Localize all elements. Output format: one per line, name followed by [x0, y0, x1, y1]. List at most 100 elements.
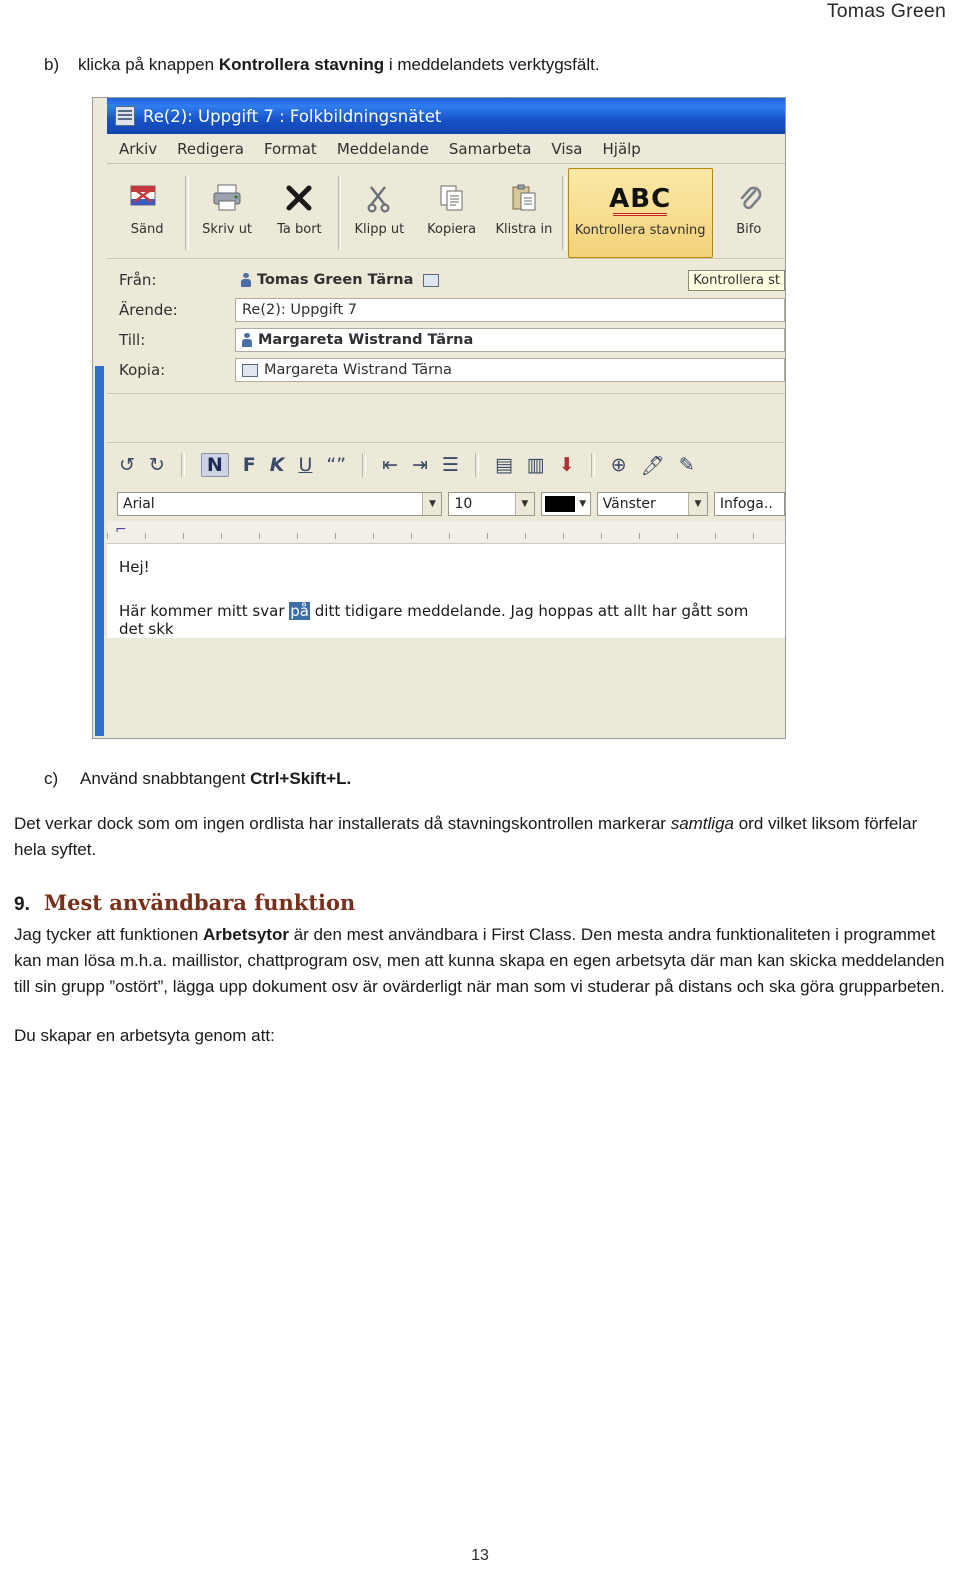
menu-item-samarbeta[interactable]: Samarbeta: [449, 140, 532, 158]
page-header-author: Tomas Green: [826, 0, 946, 22]
field-row-arende: Ärende: Re(2): Uppgift 7: [107, 295, 785, 325]
menu-bar[interactable]: Arkiv Redigera Format Meddelande Samarbe…: [107, 134, 785, 164]
step-b-text-bold: Kontrollera stavning: [218, 55, 385, 74]
toolbar-button-kopiera[interactable]: Kopiera: [415, 168, 487, 258]
font-family-value: Arial: [123, 496, 155, 512]
font-size-select[interactable]: 10 ▼: [448, 492, 535, 516]
insert-value: Infoga..: [719, 496, 773, 512]
delete-x-icon: [284, 176, 314, 220]
menu-item-redigera[interactable]: Redigera: [177, 140, 244, 158]
toolbar-button-sand[interactable]: Sänd: [111, 168, 183, 258]
italic-button[interactable]: K: [270, 454, 285, 476]
font-toolbar: Arial ▼ 10 ▼ ▼ Vänster ▼ Infoga..: [107, 487, 785, 521]
bold-button[interactable]: N: [200, 453, 229, 477]
insert-table-icon[interactable]: ▤: [495, 454, 513, 476]
toolbar-button-klistra-in-label: Klistra in: [495, 222, 553, 237]
toolbar-button-sand-label: Sänd: [130, 222, 164, 237]
step-b: b) klicka på knappen Kontrollera stavnin…: [44, 55, 946, 75]
field-value-fran: Tomas Green Tärna Kontrollera st: [235, 268, 785, 292]
message-body[interactable]: Hej! Här kommer mitt svar på ditt tidiga…: [107, 544, 785, 638]
copy-icon: [437, 176, 467, 220]
font-size-value: 10: [454, 496, 473, 512]
abc-spellcheck-icon: ABC: [609, 177, 671, 221]
menu-item-meddelande[interactable]: Meddelande: [337, 140, 429, 158]
toolbar-button-kontrollera-stavning[interactable]: ABC Kontrollera stavning: [567, 168, 713, 258]
format-separator: [590, 453, 595, 477]
message-toolbar: Sänd Skriv ut Ta bort Klipp ut Kopiera K…: [107, 164, 785, 259]
step-c-marker: c): [44, 769, 59, 788]
field-value-arende[interactable]: Re(2): Uppgift 7: [235, 298, 785, 322]
toolbar-button-bifoga-label: Bifo: [736, 222, 762, 237]
menu-item-visa[interactable]: Visa: [551, 140, 582, 158]
paragraph-italic-samtliga: samtliga: [670, 814, 734, 833]
bold-arbetsytor: Arbetsytor: [203, 924, 289, 944]
highlight-icon[interactable]: 🖊: [641, 454, 665, 477]
field-label-arende: Ärende:: [119, 301, 178, 319]
toolbar-button-klipp-ut-label: Klipp ut: [354, 222, 405, 237]
semibold-button[interactable]: F: [243, 454, 256, 476]
step-b-text: klicka på knappen Kontrollera stavning i…: [78, 55, 600, 75]
field-value-kopia[interactable]: Margareta Wistrand Tärna: [235, 358, 785, 382]
format-separator: [474, 453, 479, 477]
chevron-down-icon: ▼: [579, 499, 587, 509]
toolbar-button-bifoga[interactable]: Bifo: [713, 168, 785, 258]
insert-select[interactable]: Infoga..: [713, 492, 785, 516]
field-label-till: Till:: [119, 331, 146, 349]
step-c-text: Använd snabbtangent Ctrl+Skift+L.: [80, 769, 351, 789]
toolbar-button-ta-bort[interactable]: Ta bort: [263, 168, 335, 258]
increase-indent-icon[interactable]: ⇥: [412, 454, 428, 476]
step-b-marker: b): [44, 55, 60, 74]
toolbar-button-skriv-ut[interactable]: Skriv ut: [191, 168, 263, 258]
undo-icon[interactable]: ↺: [119, 454, 135, 476]
font-family-select[interactable]: Arial ▼: [117, 492, 443, 516]
field-value-till[interactable]: Margareta Wistrand Tärna: [235, 328, 785, 352]
field-value-kopia-text: Margareta Wistrand Tärna: [264, 362, 452, 378]
toolbar-button-klipp-ut[interactable]: Klipp ut: [343, 168, 415, 258]
toolbar-button-kontrollera-stavning-label: Kontrollera stavning: [574, 223, 706, 238]
ruler-tick-marks: [107, 533, 785, 539]
insert-marker-icon[interactable]: ⬇: [559, 454, 575, 476]
insert-link-icon[interactable]: ⊕: [611, 454, 627, 476]
paragraph-after-step-c: Det verkar dock som om ingen ordlista ha…: [14, 814, 918, 860]
editor-ruler[interactable]: ⌐: [107, 521, 785, 544]
field-row-kopia: Kopia: Margareta Wistrand Tärna: [107, 355, 785, 385]
section-closing-paragraph: Du skapar en arbetsyta genom att:: [14, 1025, 275, 1045]
step-b-text-post: i meddelandets verktygsfält.: [384, 55, 600, 74]
toolbar-button-klistra-in[interactable]: Klistra in: [488, 168, 560, 258]
decrease-indent-icon[interactable]: ⇤: [382, 454, 398, 476]
toolbar-separator: [562, 176, 566, 250]
toolbar-button-kopiera-label: Kopiera: [427, 222, 477, 237]
window-icon: [115, 106, 135, 126]
menu-item-hjalp[interactable]: Hjälp: [603, 140, 641, 158]
menu-item-format[interactable]: Format: [264, 140, 317, 158]
person-icon: [241, 273, 251, 287]
tooltip-kontrollera-stavning: Kontrollera st: [688, 269, 785, 291]
menu-item-arkiv[interactable]: Arkiv: [119, 140, 157, 158]
message-body-left-accent: [95, 366, 104, 736]
section-title: Mest användbara funktion: [43, 889, 356, 915]
bullet-list-icon[interactable]: ☰: [442, 454, 459, 476]
chevron-down-icon: ▼: [422, 493, 442, 515]
email-client-screenshot: Re(2): Uppgift 7 : Folkbildningsnätet Ar…: [92, 97, 786, 739]
email-window: Re(2): Uppgift 7 : Folkbildningsnätet Ar…: [107, 98, 785, 738]
field-value-till-text: Margareta Wistrand Tärna: [258, 332, 474, 348]
insert-image-icon[interactable]: ▥: [527, 454, 545, 476]
redo-icon[interactable]: ↻: [149, 454, 165, 476]
quote-button[interactable]: “”: [326, 454, 346, 476]
screenshot-left-gutter: [93, 134, 108, 738]
underline-button[interactable]: U: [298, 454, 312, 476]
step-c-text-pre: Använd snabbtangent: [80, 769, 251, 788]
font-color-picker[interactable]: ▼: [540, 492, 591, 516]
toolbar-separator: [185, 176, 189, 250]
more-tools-icon[interactable]: ✎: [679, 454, 695, 476]
window-titlebar: Re(2): Uppgift 7 : Folkbildningsnätet: [107, 98, 785, 134]
address-card-icon: [242, 363, 258, 377]
address-card-icon[interactable]: [423, 273, 440, 287]
alignment-select[interactable]: Vänster ▼: [596, 492, 708, 516]
envelope-send-icon: [130, 176, 164, 220]
step-c: c) Använd snabbtangent Ctrl+Skift+L.: [44, 769, 946, 789]
toolbar-separator: [337, 176, 342, 250]
format-separator: [180, 453, 185, 477]
section-body-paragraph: Jag tycker att funktionen Arbetsytor är …: [14, 924, 945, 997]
field-value-fran-text: Tomas Green Tärna: [257, 272, 414, 288]
